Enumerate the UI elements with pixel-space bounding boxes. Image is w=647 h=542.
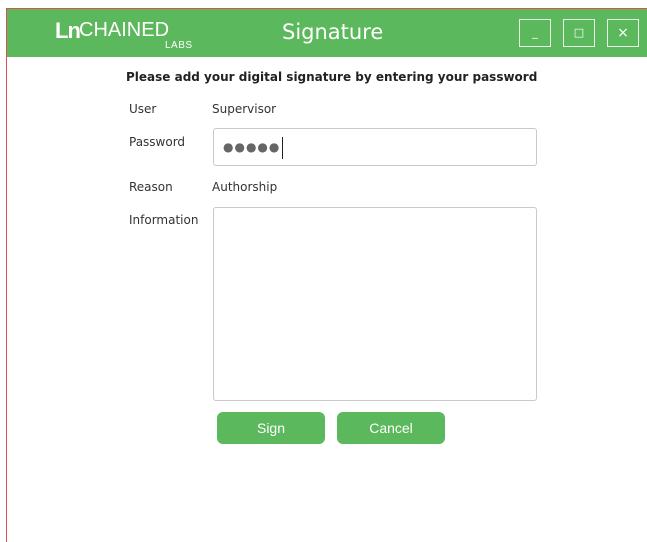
information-textarea[interactable] xyxy=(213,207,537,401)
password-field[interactable]: ●●●●● xyxy=(213,128,537,166)
user-label: User xyxy=(129,102,157,116)
instruction-heading: Please add your digital signature by ent… xyxy=(126,70,538,84)
password-label: Password xyxy=(129,135,186,149)
password-mask: ●●●●● xyxy=(223,140,281,154)
logo-text: CHAINED xyxy=(79,19,170,41)
logo-subtext: LABS xyxy=(165,40,193,51)
user-value: Supervisor xyxy=(212,102,277,116)
maximize-button[interactable]: □ xyxy=(563,19,595,47)
close-button[interactable]: × xyxy=(607,19,639,47)
minimize-button[interactable]: _ xyxy=(519,19,551,47)
information-label: Information xyxy=(129,213,199,227)
logo-mark: Ln xyxy=(55,18,81,43)
reason-label: Reason xyxy=(129,180,173,194)
cancel-button[interactable]: Cancel xyxy=(337,412,445,444)
text-caret xyxy=(282,137,283,159)
unchained-labs-logo: Ln CHAINED LABS xyxy=(55,16,195,52)
signature-dialog: Ln CHAINED LABS Signature _ □ × Please a… xyxy=(6,8,647,542)
sign-button[interactable]: Sign xyxy=(217,412,325,444)
reason-value: Authorship xyxy=(212,180,278,194)
title-bar[interactable]: Ln CHAINED LABS Signature _ □ × xyxy=(7,9,647,57)
window-title: Signature xyxy=(282,20,384,44)
